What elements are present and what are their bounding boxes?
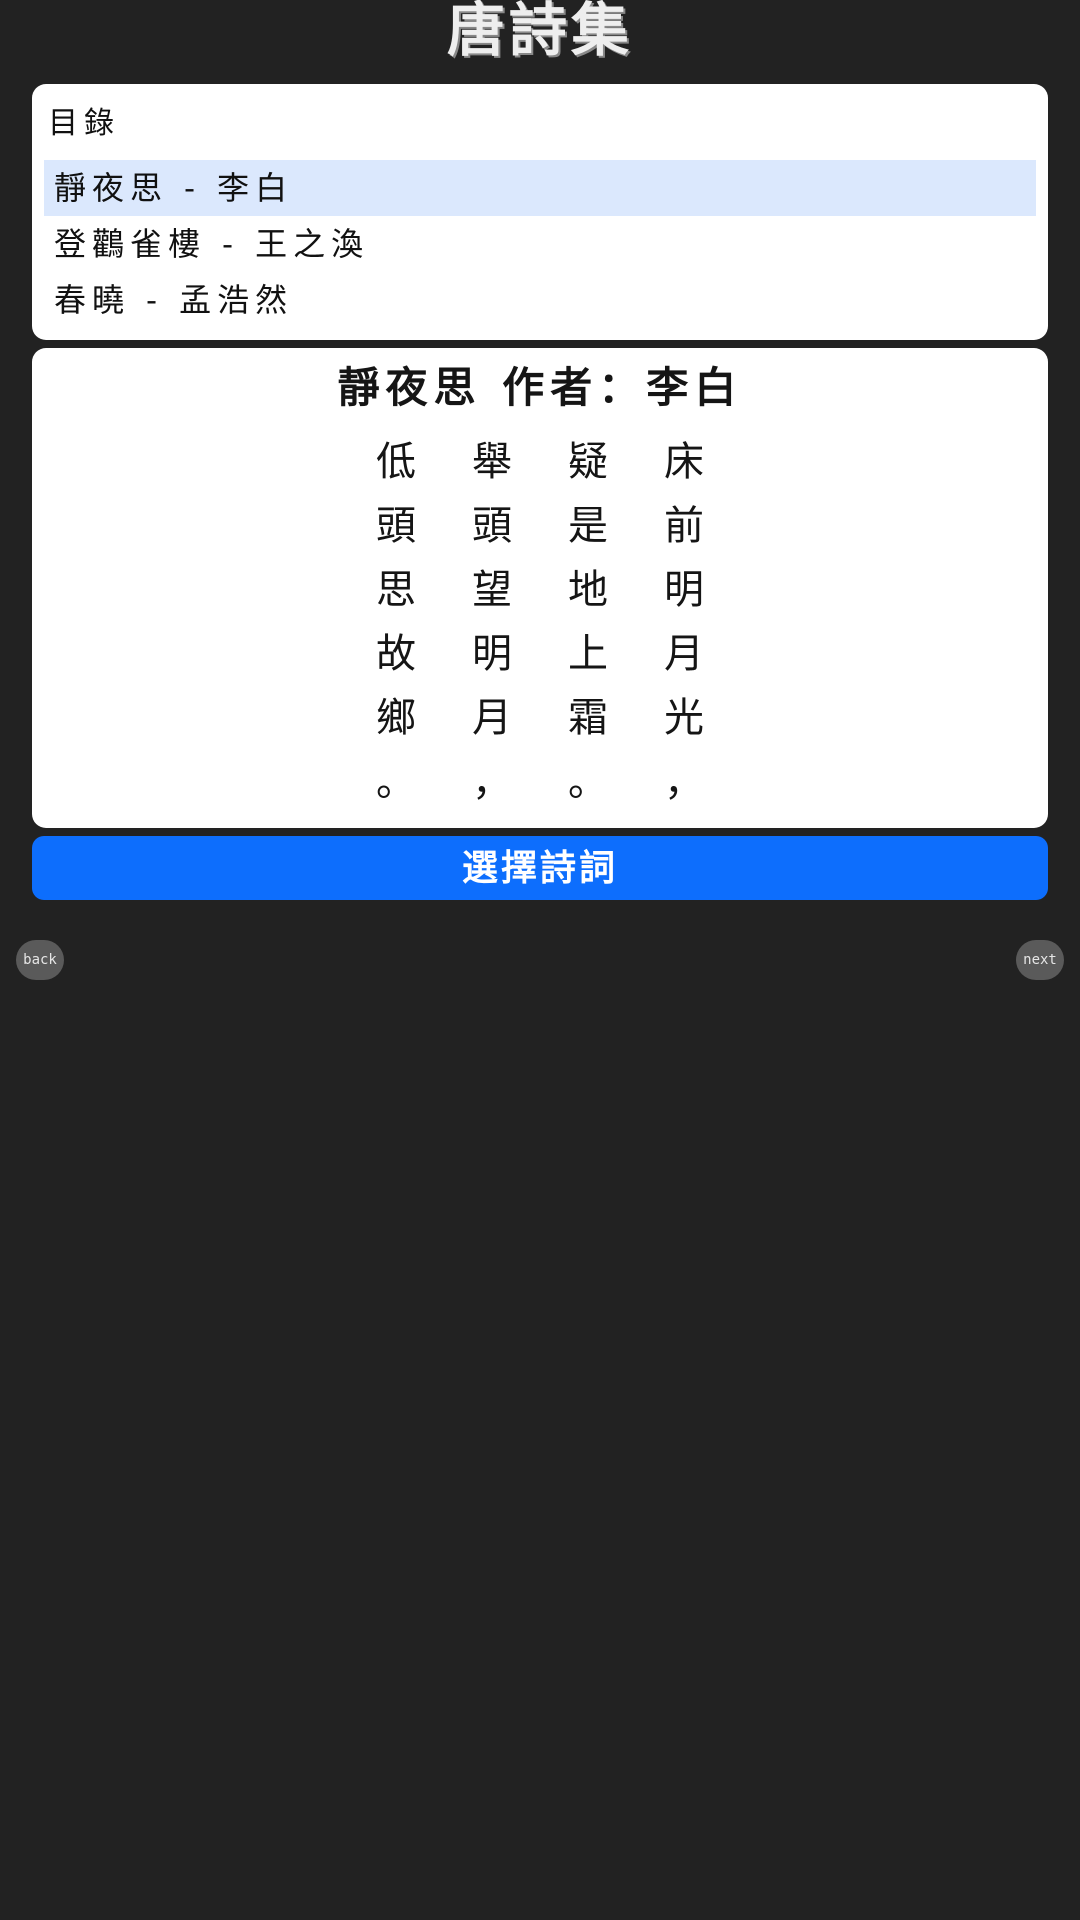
- poem-punctuation: 。: [568, 759, 608, 805]
- poem-header: 靜夜思 作者：李白: [32, 354, 1048, 415]
- toc-list: 靜夜思 - 李白 登鸛雀樓 - 王之渙 春曉 - 孟浩然: [44, 160, 1036, 328]
- poem-char: 故: [376, 631, 416, 677]
- poem-char: 望: [472, 567, 512, 613]
- poem-line-1: 床 前 明 月 光 ，: [662, 430, 706, 814]
- poem-char: 舉: [472, 439, 512, 485]
- poem-title: 靜夜思: [337, 363, 482, 412]
- poem-char: 前: [664, 503, 704, 549]
- poem-char: 是: [568, 503, 608, 549]
- table-of-contents-card: 目錄 靜夜思 - 李白 登鸛雀樓 - 王之渙 春曉 - 孟浩然: [32, 84, 1048, 340]
- poem-char: 月: [664, 631, 704, 677]
- poem-body: 床 前 明 月 光 ， 疑 是 地 上 霜 。 舉 頭 望 明 月 ， 低 頭 …: [32, 430, 1048, 814]
- poem-char: 低: [376, 439, 416, 485]
- poem-punctuation: ，: [664, 759, 704, 805]
- poem-line-3: 舉 頭 望 明 月 ，: [470, 430, 514, 814]
- poem-char: 頭: [472, 503, 512, 549]
- toc-item-chunxiao[interactable]: 春曉 - 孟浩然: [44, 272, 1036, 328]
- poem-line-4: 低 頭 思 故 鄉 。: [374, 430, 418, 814]
- poem-char: 疑: [568, 439, 608, 485]
- select-poem-button[interactable]: 選擇詩詞: [32, 836, 1048, 900]
- poem-author: 李白: [646, 363, 743, 412]
- poem-card: 靜夜思 作者：李白 床 前 明 月 光 ， 疑 是 地 上 霜 。 舉 頭 望 …: [32, 348, 1048, 828]
- poem-char: 霜: [568, 695, 608, 741]
- toc-heading: 目錄: [48, 106, 120, 141]
- app-title: 唐詩集: [446, 0, 633, 64]
- poem-char: 思: [376, 567, 416, 613]
- poem-line-2: 疑 是 地 上 霜 。: [566, 430, 610, 814]
- poem-char: 月: [472, 695, 512, 741]
- poem-punctuation: 。: [376, 759, 416, 805]
- poem-char: 地: [568, 567, 608, 613]
- next-button[interactable]: next: [1016, 940, 1064, 980]
- poem-char: 上: [568, 631, 608, 677]
- poem-char: 頭: [376, 503, 416, 549]
- poem-author-label: 作者：: [502, 363, 647, 412]
- toc-item-dengguanquelou[interactable]: 登鸛雀樓 - 王之渙: [44, 216, 1036, 272]
- poem-char: 鄉: [376, 695, 416, 741]
- poem-char: 明: [664, 567, 704, 613]
- poem-punctuation: ，: [472, 759, 512, 805]
- back-button[interactable]: back: [16, 940, 64, 980]
- toc-item-jingyesi[interactable]: 靜夜思 - 李白: [44, 160, 1036, 216]
- poem-char: 光: [664, 695, 704, 741]
- poem-char: 明: [472, 631, 512, 677]
- poem-char: 床: [664, 439, 704, 485]
